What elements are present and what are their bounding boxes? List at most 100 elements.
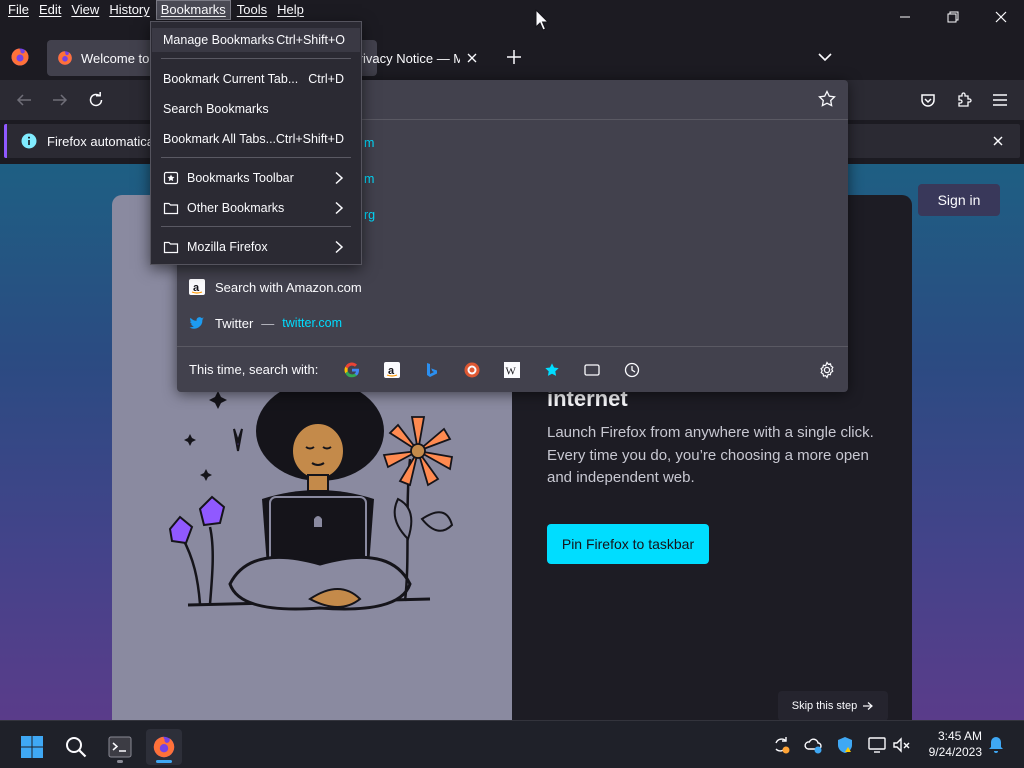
skip-step-button[interactable]: Skip this step [778,691,888,721]
menu-item-label: Search Bookmarks [163,102,269,116]
menu-separator [161,157,351,158]
bell-icon[interactable] [986,735,1006,755]
star-icon[interactable] [818,90,836,108]
active-indicator [156,760,172,763]
menu-tools[interactable]: Tools [233,0,271,20]
puzzle-icon [958,92,972,107]
result-twitter[interactable]: Twitter — twitter.com [189,306,829,340]
menu-history[interactable]: History [105,0,153,20]
twitter-icon [189,317,204,329]
pocket-icon [921,94,935,107]
search-bookmarks-button[interactable] [540,358,564,382]
chevron-right-icon [335,201,344,215]
menu-bookmarks[interactable]: Bookmarks [155,0,231,20]
taskbar: 3:45 AM 9/24/2023 [0,720,1024,768]
start-button[interactable] [14,729,50,765]
arrow-right-icon [53,94,68,106]
volume-muted-icon[interactable] [891,735,911,755]
restore-button[interactable] [930,0,976,34]
search-bing-button[interactable] [420,358,444,382]
person-with-laptop-illustration [168,381,454,611]
search-amazon-button[interactable]: a [380,358,404,382]
menu-item-search-bookmarks[interactable]: Search Bookmarks [152,97,360,121]
menu-item-bookmarks-toolbar[interactable]: Bookmarks Toolbar [152,166,360,190]
info-icon [21,133,37,149]
network-icon[interactable] [867,735,887,755]
svg-text:W: W [506,365,517,377]
terminal-icon [108,736,132,758]
result-url-partial[interactable]: rg [364,208,375,222]
taskbar-terminal[interactable] [102,729,138,765]
bookmarks-icon [545,362,559,376]
gear-icon[interactable] [818,361,836,379]
bing-icon [427,362,438,377]
menu-item-manage-bookmarks[interactable]: Manage Bookmarks Ctrl+Shift+O [152,28,360,52]
window-controls [880,0,1024,34]
cloud-icon[interactable] [803,735,823,755]
forward-button[interactable] [48,88,72,112]
close-notification-icon[interactable] [990,133,1006,149]
one-off-search-bar: This time, search with: a W [177,346,848,392]
close-window-button[interactable] [978,0,1024,34]
clock-date: 9/24/2023 [928,745,982,759]
menu-help[interactable]: Help [273,0,308,20]
extensions-button[interactable] [952,88,976,112]
clock-time: 3:45 AM [937,729,982,743]
menu-item-bookmark-current-tab[interactable]: Bookmark Current Tab... Ctrl+D [152,67,360,91]
menu-file[interactable]: File [4,0,33,20]
search-history-button[interactable] [620,358,644,382]
menu-item-shortcut: Ctrl+D [308,72,344,86]
menu-edit[interactable]: Edit [35,0,65,20]
firefox-view-button[interactable] [10,47,30,67]
minimize-button[interactable] [882,0,928,34]
wikipedia-icon: W [504,361,521,378]
app-menu-button[interactable] [988,88,1012,112]
result-url: twitter.com [282,316,343,330]
result-title: Twitter [215,315,254,331]
notification-text: Firefox automatically [47,133,167,149]
menu-separator [161,226,351,227]
windows-logo-icon [21,736,43,758]
taskbar-firefox[interactable] [146,729,182,765]
plus-icon [507,50,521,64]
sync-icon[interactable] [771,735,791,755]
shield-icon[interactable] [835,735,855,755]
search-google-button[interactable] [340,358,364,382]
search-wikipedia-button[interactable]: W [500,358,524,382]
arrow-right-icon [863,702,874,710]
close-icon [995,11,1007,23]
search-tabs-button[interactable] [580,358,604,382]
taskbar-search-button[interactable] [58,729,94,765]
result-search-amazon[interactable]: a Search with Amazon.com [189,270,829,304]
menu-item-label: Bookmarks Toolbar [187,171,294,185]
pin-firefox-button[interactable]: Pin Firefox to taskbar [547,524,709,564]
pocket-button[interactable] [916,88,940,112]
new-tab-button[interactable] [504,47,524,67]
back-button[interactable] [12,88,36,112]
menu-item-label: Other Bookmarks [187,201,285,215]
search-duckduckgo-button[interactable] [460,358,484,382]
menu-item-mozilla-firefox[interactable]: Mozilla Firefox [152,235,360,259]
reload-button[interactable] [84,88,108,112]
hamburger-menu-icon [993,94,1007,106]
menu-view[interactable]: View [67,0,103,20]
system-clock[interactable]: 3:45 AM 9/24/2023 [929,728,982,760]
bookmarks-menu-popup: Manage Bookmarks Ctrl+Shift+O Bookmark C… [150,21,362,265]
sign-in-button[interactable]: Sign in [918,184,1000,216]
menu-item-label: Mozilla Firefox [187,240,268,254]
mouse-cursor-icon [535,9,549,31]
result-url-partial[interactable]: m [364,136,374,150]
menu-item-other-bookmarks[interactable]: Other Bookmarks [152,196,360,220]
close-tab-icon[interactable] [464,50,480,66]
menu-item-label: Bookmark Current Tab... [163,72,299,86]
menu-item-label: Bookmark All Tabs... [163,132,277,146]
amazon-icon: a [189,279,205,295]
menu-item-bookmark-all-tabs[interactable]: Bookmark All Tabs... Ctrl+Shift+D [152,127,360,151]
search-icon [66,737,87,758]
skip-step-label: Skip this step [791,700,858,712]
tab-privacy-notice[interactable]: Privacy Notice — Mozilla [340,40,490,76]
list-all-tabs-button[interactable] [815,47,835,67]
menu-item-label: Manage Bookmarks [163,33,275,47]
history-icon [625,362,640,377]
result-url-partial[interactable]: m [364,172,374,186]
